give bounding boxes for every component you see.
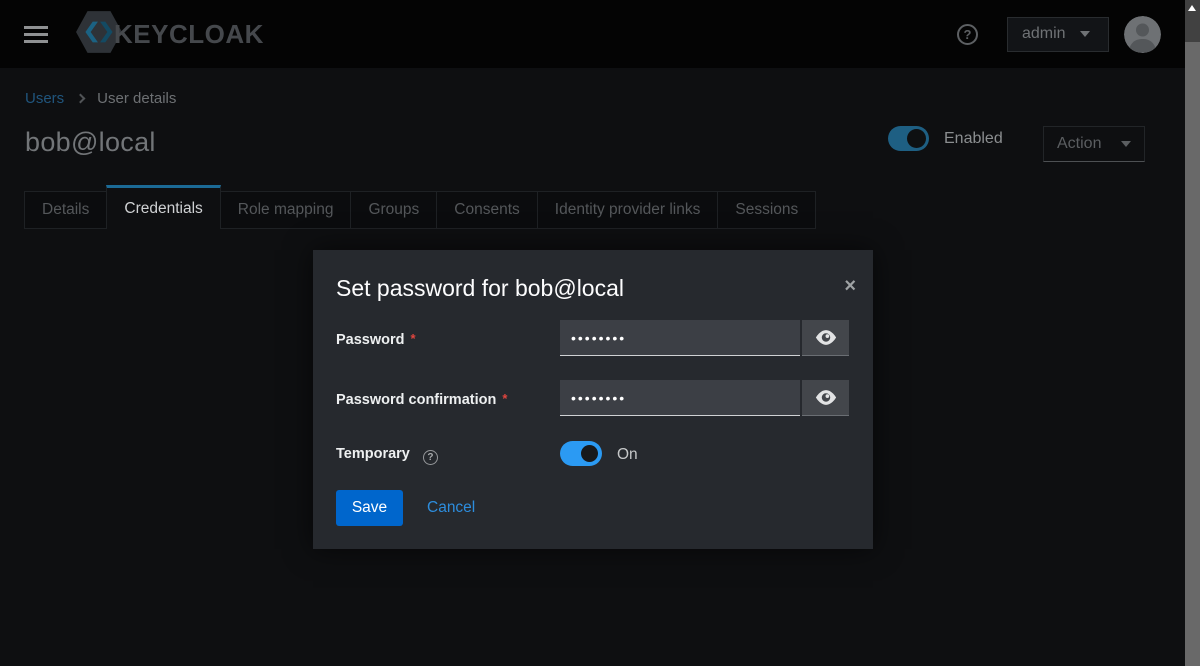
username-label: admin — [1022, 25, 1066, 43]
scroll-up-arrow-icon[interactable] — [1187, 4, 1198, 13]
temporary-label: Temporary ? — [336, 446, 438, 463]
eye-icon — [815, 330, 837, 345]
help-icon[interactable]: ? — [423, 450, 438, 465]
avatar[interactable] — [1124, 16, 1161, 53]
masthead: KEYCLOAK ? admin — [0, 0, 1200, 68]
tab-role-mapping[interactable]: Role mapping — [220, 191, 352, 229]
user-detail-tabs: Details Credentials Role mapping Groups … — [25, 185, 816, 229]
chevron-right-icon — [76, 94, 86, 104]
set-password-modal: Set password for bob@local × Password* P… — [313, 250, 873, 549]
password-label: Password* — [336, 332, 416, 348]
enabled-label: Enabled — [944, 130, 1003, 148]
enabled-toggle[interactable] — [888, 126, 929, 151]
caret-down-icon — [1121, 141, 1131, 147]
scrollbar-thumb[interactable] — [1185, 42, 1200, 666]
password-confirmation-label: Password confirmation* — [336, 392, 507, 408]
eye-icon — [815, 390, 837, 405]
breadcrumb: Users User details — [25, 90, 176, 107]
tab-details[interactable]: Details — [24, 191, 107, 229]
keycloak-logo[interactable]: KEYCLOAK — [75, 8, 264, 61]
brand-text: KEYCLOAK — [114, 19, 264, 50]
tab-sessions[interactable]: Sessions — [717, 191, 816, 229]
tab-credentials[interactable]: Credentials — [106, 185, 220, 229]
required-marker: * — [502, 391, 507, 406]
user-avatar-icon — [1124, 16, 1161, 53]
tab-identity-provider-links[interactable]: Identity provider links — [537, 191, 719, 229]
temporary-state-label: On — [617, 446, 638, 464]
close-icon[interactable]: × — [844, 276, 856, 296]
breadcrumb-current: User details — [97, 90, 176, 107]
help-icon[interactable]: ? — [957, 24, 978, 45]
temporary-toggle[interactable] — [560, 441, 602, 466]
password-input[interactable] — [560, 320, 800, 356]
tab-consents[interactable]: Consents — [436, 191, 537, 229]
breadcrumb-users-link[interactable]: Users — [25, 90, 64, 107]
cancel-button[interactable]: Cancel — [427, 499, 475, 517]
save-button[interactable]: Save — [336, 490, 403, 526]
user-menu-dropdown[interactable]: admin — [1007, 17, 1109, 52]
password-confirmation-input[interactable] — [560, 380, 800, 416]
required-marker: * — [411, 331, 416, 346]
scrollbar-track[interactable] — [1185, 0, 1200, 666]
action-dropdown[interactable]: Action — [1043, 126, 1145, 162]
toggle-knob — [907, 129, 926, 148]
page-title: bob@local — [25, 127, 156, 158]
caret-down-icon — [1080, 31, 1090, 37]
show-password-confirmation-button[interactable] — [802, 380, 849, 416]
tab-groups[interactable]: Groups — [350, 191, 437, 229]
modal-title: Set password for bob@local — [336, 275, 624, 302]
action-label: Action — [1057, 135, 1101, 153]
hamburger-menu-icon[interactable] — [24, 22, 48, 47]
show-password-button[interactable] — [802, 320, 849, 356]
toggle-knob — [581, 445, 598, 462]
